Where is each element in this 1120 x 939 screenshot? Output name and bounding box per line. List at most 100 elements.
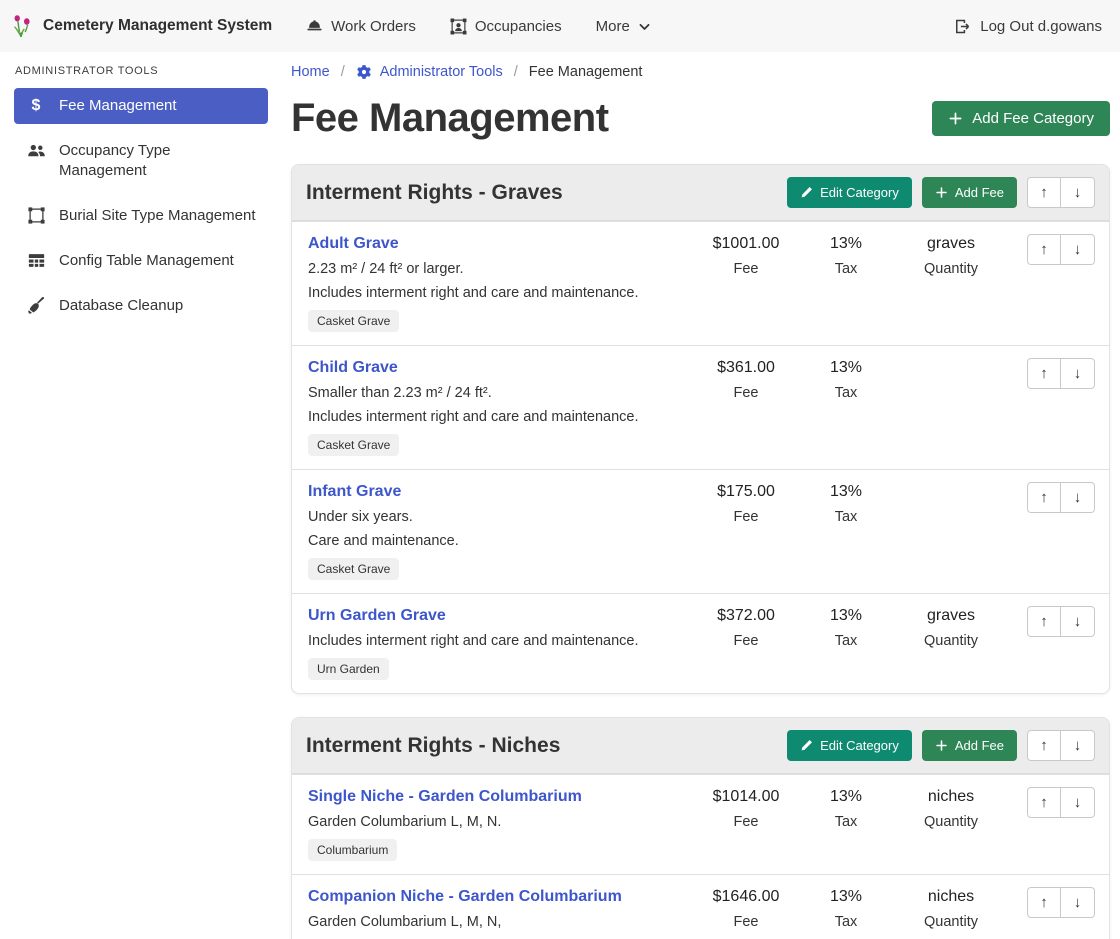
fee-quantity-column: graves Quantity <box>891 605 1011 680</box>
fee-reorder-controls: ↑ ↓ <box>1011 481 1095 580</box>
main-content: Home / Administrator Tools / Fee Managem… <box>280 52 1120 939</box>
sidebar-heading: ADMINISTRATOR TOOLS <box>15 65 268 77</box>
fee-main: Single Niche - Garden Columbarium Garden… <box>308 786 691 861</box>
add-fee-category-button[interactable]: Add Fee Category <box>932 101 1110 136</box>
sidebar-item-database-cleanup[interactable]: Database Cleanup <box>14 288 268 324</box>
sidebar-item-occupancy-type[interactable]: Occupancy Type Management <box>14 133 268 189</box>
fee-reorder-controls: ↑ ↓ <box>1011 886 1095 939</box>
move-fee-down-button[interactable]: ↓ <box>1061 482 1095 513</box>
fee-description: Includes interment right and care and ma… <box>308 409 691 425</box>
move-category-down-button[interactable]: ↓ <box>1061 730 1095 761</box>
fee-tax-column: 13% Tax <box>801 886 891 939</box>
move-fee-up-button[interactable]: ↑ <box>1027 358 1061 389</box>
move-fee-up-button[interactable]: ↑ <box>1027 887 1061 918</box>
fee-name-link[interactable]: Single Niche - Garden Columbarium <box>308 788 582 806</box>
fee-reorder-controls: ↑ ↓ <box>1011 233 1095 332</box>
move-fee-down-button[interactable]: ↓ <box>1061 606 1095 637</box>
logout-icon <box>954 18 971 35</box>
fee-description: Under six years. <box>308 509 691 525</box>
pencil-icon <box>800 186 813 199</box>
breadcrumb-home[interactable]: Home <box>291 64 330 80</box>
person-bounding-box-icon <box>450 18 467 35</box>
category-header: Interment Rights - Graves Edit Category … <box>292 165 1109 221</box>
fee-reorder-controls: ↑ ↓ <box>1011 357 1095 456</box>
page-title: Fee Management <box>291 96 609 141</box>
breadcrumb-admin-tools[interactable]: Administrator Tools <box>356 64 503 80</box>
move-fee-down-button[interactable]: ↓ <box>1061 234 1095 265</box>
fee-type-badge: Casket Grave <box>308 434 399 456</box>
category-card-niches: Interment Rights - Niches Edit Category … <box>291 717 1110 939</box>
breadcrumb: Home / Administrator Tools / Fee Managem… <box>291 64 1110 80</box>
fee-reorder-controls: ↑ ↓ <box>1011 786 1095 861</box>
fee-description: 2.23 m² / 24 ft² or larger. <box>308 261 691 277</box>
move-fee-down-button[interactable]: ↓ <box>1061 358 1095 389</box>
fee-tax-column: 13% Tax <box>801 605 891 680</box>
logout-button[interactable]: Log Out d.gowans <box>954 18 1102 35</box>
fee-name-link[interactable]: Child Grave <box>308 359 398 377</box>
sidebar-item-label: Database Cleanup <box>59 296 183 316</box>
sidebar-item-config-table[interactable]: Config Table Management <box>14 243 268 279</box>
move-fee-up-button[interactable]: ↑ <box>1027 787 1061 818</box>
fee-name-link[interactable]: Companion Niche - Garden Columbarium <box>308 888 622 906</box>
people-icon <box>26 142 46 159</box>
fee-description: Smaller than 2.23 m² / 24 ft². <box>308 385 691 401</box>
sidebar-item-label: Fee Management <box>59 96 177 116</box>
app-brand[interactable]: Cemetery Management System <box>12 14 272 38</box>
fee-amount-column: $372.00 Fee <box>691 605 801 680</box>
move-fee-down-button[interactable]: ↓ <box>1061 787 1095 818</box>
pencil-icon <box>800 739 813 752</box>
fee-main: Infant Grave Under six years. Care and m… <box>308 481 691 580</box>
add-fee-button[interactable]: Add Fee <box>922 177 1017 208</box>
fee-type-badge: Urn Garden <box>308 658 389 680</box>
sidebar-item-label: Occupancy Type Management <box>59 141 256 181</box>
move-fee-down-button[interactable]: ↓ <box>1061 887 1095 918</box>
nav-work-orders[interactable]: Work Orders <box>306 18 416 35</box>
fee-name-link[interactable]: Adult Grave <box>308 235 399 253</box>
nav-more[interactable]: More <box>596 18 651 35</box>
nav-occupancies[interactable]: Occupancies <box>450 18 562 35</box>
fee-amount-column: $1001.00 Fee <box>691 233 801 332</box>
chevron-down-icon <box>638 20 651 33</box>
add-fee-button[interactable]: Add Fee <box>922 730 1017 761</box>
fee-quantity-column: graves Quantity <box>891 233 1011 332</box>
gear-icon <box>356 64 372 80</box>
sidebar-item-fee-management[interactable]: $ Fee Management <box>14 88 268 124</box>
fee-row: Infant Grave Under six years. Care and m… <box>292 469 1109 593</box>
fee-row: Adult Grave 2.23 m² / 24 ft² or larger. … <box>292 221 1109 345</box>
move-category-down-button[interactable]: ↓ <box>1061 177 1095 208</box>
fee-amount-column: $361.00 Fee <box>691 357 801 456</box>
top-navbar: Cemetery Management System Work Orders O <box>0 0 1120 52</box>
breadcrumb-separator: / <box>514 64 518 80</box>
fee-tax-column: 13% Tax <box>801 357 891 456</box>
table-icon <box>26 252 46 269</box>
nav-more-label: More <box>596 18 630 35</box>
move-fee-up-button[interactable]: ↑ <box>1027 606 1061 637</box>
fee-description: Includes interment right and care and ma… <box>308 633 691 649</box>
fee-row: Child Grave Smaller than 2.23 m² / 24 ft… <box>292 345 1109 469</box>
edit-category-button[interactable]: Edit Category <box>787 177 912 208</box>
fee-tax-column: 13% Tax <box>801 233 891 332</box>
fee-name-link[interactable]: Urn Garden Grave <box>308 607 446 625</box>
bounding-box-icon <box>26 207 46 224</box>
logout-label: Log Out d.gowans <box>980 18 1102 35</box>
sidebar-item-burial-site-type[interactable]: Burial Site Type Management <box>14 198 268 234</box>
fee-name-link[interactable]: Infant Grave <box>308 483 401 501</box>
move-fee-up-button[interactable]: ↑ <box>1027 234 1061 265</box>
fee-quantity-column <box>891 481 1011 580</box>
edit-category-button[interactable]: Edit Category <box>787 730 912 761</box>
fee-quantity-column <box>891 357 1011 456</box>
tulip-logo-icon <box>12 14 34 38</box>
fee-quantity-column: niches Quantity <box>891 886 1011 939</box>
move-category-up-button[interactable]: ↑ <box>1027 177 1061 208</box>
fee-main: Urn Garden Grave Includes interment righ… <box>308 605 691 680</box>
app-title: Cemetery Management System <box>43 17 272 35</box>
fee-description: Garden Columbarium L, M, N, <box>308 914 691 930</box>
hard-hat-icon <box>306 18 323 35</box>
sidebar-item-label: Config Table Management <box>59 251 234 271</box>
fee-main: Companion Niche - Garden Columbarium Gar… <box>308 886 691 939</box>
category-header: Interment Rights - Niches Edit Category … <box>292 718 1109 774</box>
move-category-up-button[interactable]: ↑ <box>1027 730 1061 761</box>
category-reorder-controls: ↑ ↓ <box>1027 730 1095 761</box>
move-fee-up-button[interactable]: ↑ <box>1027 482 1061 513</box>
breadcrumb-current: Fee Management <box>529 64 643 80</box>
